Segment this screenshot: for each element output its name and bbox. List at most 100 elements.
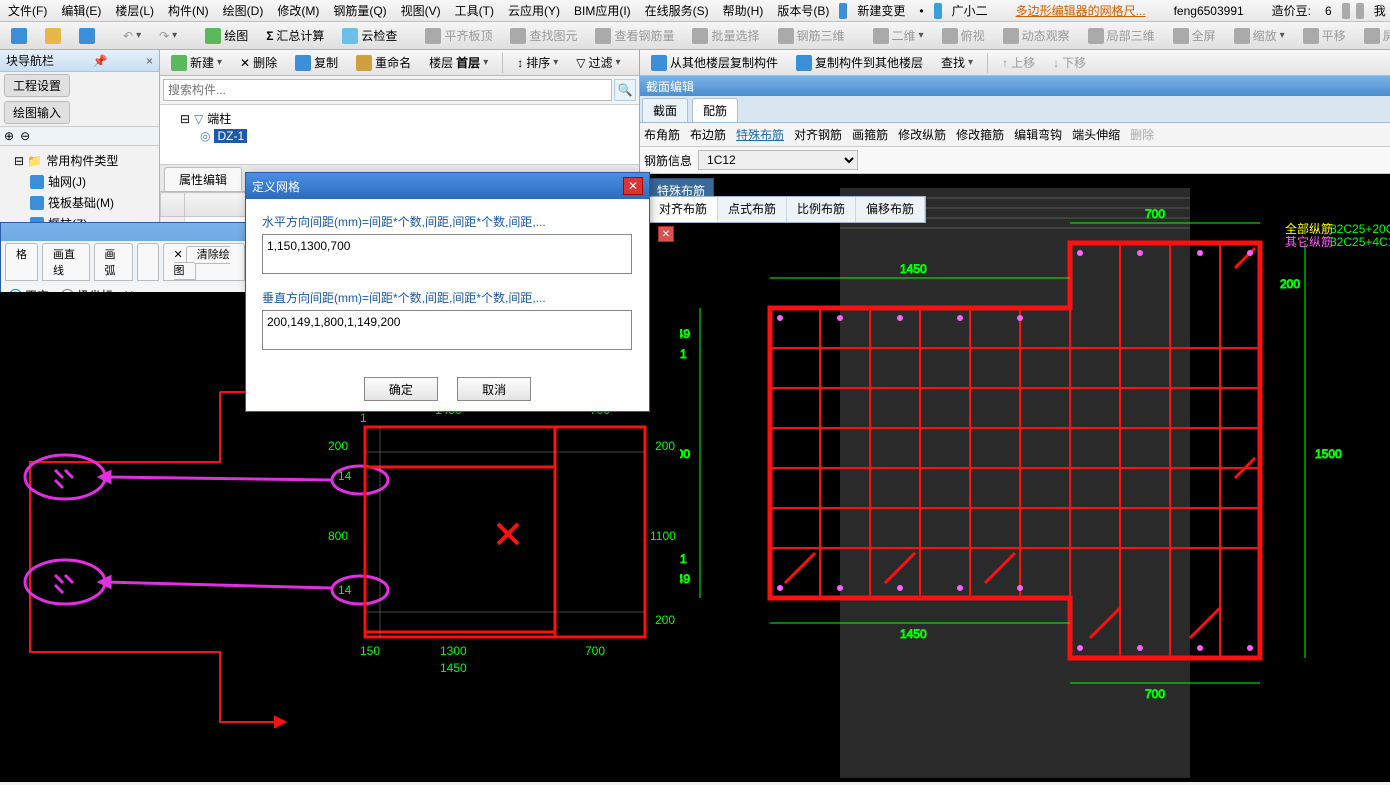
undo-button[interactable]: ↶▾ (116, 25, 148, 47)
menu-bim[interactable]: BIM应用(I) (570, 0, 635, 21)
find-button[interactable]: 查找▾ (934, 52, 980, 74)
username[interactable]: feng6503991 (1170, 2, 1248, 20)
save-button[interactable] (72, 25, 102, 47)
notice-link[interactable]: 多边形编辑器的网格尺... (1012, 0, 1150, 21)
act-hook[interactable]: 编辑弯钩 (1014, 126, 1062, 143)
opt-point[interactable]: 点式布筋 (718, 197, 787, 222)
new-member-button[interactable]: 新建▾ (164, 52, 229, 74)
pin-icon[interactable]: 📌 (93, 54, 108, 68)
findview-button[interactable]: 查找图元 (503, 25, 584, 47)
view2d-button[interactable]: 二维▾ (866, 25, 931, 47)
menu-member[interactable]: 构件(N) (164, 0, 213, 21)
act-mods[interactable]: 修改箍筋 (956, 126, 1004, 143)
act-edge[interactable]: 布边筋 (690, 126, 726, 143)
del-member-button[interactable]: ✕ 删除 (233, 52, 284, 74)
opt-ratio[interactable]: 比例布筋 (787, 197, 856, 222)
zoom-button[interactable]: 缩放▾ (1227, 25, 1292, 47)
redo-button[interactable]: ↷▾ (152, 25, 184, 47)
menu-file[interactable]: 文件(F) (4, 0, 51, 21)
local3d-button[interactable]: 局部三维 (1081, 25, 1162, 47)
tree-root[interactable]: ⊟ 📁 常用构件类型 (4, 150, 155, 171)
copy-member-button[interactable]: 复制 (288, 52, 345, 74)
viewrebar-button[interactable]: 查看钢筋量 (588, 25, 681, 47)
right-canvas[interactable]: 1450 700 200 1500 149 1 800 1 149 1450 7… (640, 174, 1390, 782)
copyto-button[interactable]: 复制构件到其他楼层 (789, 52, 930, 74)
opt-align[interactable]: 对齐布筋 (649, 197, 718, 222)
dynview-button[interactable]: 动态观察 (996, 25, 1077, 47)
refresh-icon[interactable] (1342, 3, 1350, 19)
sum-button[interactable]: Σ 汇总计算 (259, 25, 331, 47)
sidebar-tab-draw[interactable]: 绘图输入 (4, 101, 70, 124)
pan-button[interactable]: 平移 (1296, 25, 1353, 47)
svg-text:1450: 1450 (440, 661, 467, 675)
floor-select[interactable]: 楼层 首层 ▾ (422, 52, 495, 74)
tab-rebar[interactable]: 配筋 (692, 98, 738, 122)
member-node-dz1[interactable]: ◎ DZ-1 (166, 128, 633, 144)
msg-icon[interactable] (1356, 3, 1364, 19)
mini-tab-grid[interactable]: 格 (5, 243, 38, 281)
dialog-titlebar[interactable]: 定义网格 ✕ (246, 173, 649, 199)
cloud-button[interactable]: 云检查 (335, 25, 404, 47)
tree-raft[interactable]: 筏板基础(M) (4, 192, 155, 213)
rebar3d-button[interactable]: 钢筋三维 (771, 25, 852, 47)
new-doc-button[interactable] (4, 25, 34, 47)
moveup-button[interactable]: ↑ 上移 (995, 52, 1042, 74)
menu-draw[interactable]: 绘图(D) (219, 0, 268, 21)
open-button[interactable] (38, 25, 68, 47)
newchange-link[interactable]: 新建变更 (853, 0, 909, 21)
menu-cloud[interactable]: 云应用(Y) (504, 0, 564, 21)
menu-online[interactable]: 在线服务(S) (641, 0, 713, 21)
act-del[interactable]: 删除 (1130, 126, 1154, 143)
menu-help[interactable]: 帮助(H) (719, 0, 768, 21)
raft-icon (30, 196, 44, 210)
member-node-parent[interactable]: ⊟ ▽ 端柱 (166, 109, 633, 128)
menu-version[interactable]: 版本号(B) (773, 0, 833, 21)
sort-button[interactable]: ↕ 排序▾ (510, 52, 565, 74)
act-end[interactable]: 端头伸缩 (1072, 126, 1120, 143)
mini-tab-arc[interactable]: 画弧 (94, 243, 133, 281)
batchsel-button[interactable]: 批量选择 (685, 25, 766, 47)
flatten-button[interactable]: 平齐板顶 (418, 25, 499, 47)
user-icon-label[interactable]: 广小二 (948, 0, 992, 21)
movedown-button[interactable]: ↓ 下移 (1046, 52, 1093, 74)
menu-modify[interactable]: 修改(M) (273, 0, 323, 21)
filter-button[interactable]: ▽ 过滤▾ (569, 52, 627, 74)
cancel-button[interactable]: 取消 (457, 377, 531, 401)
dialog-close-icon[interactable]: ✕ (623, 177, 643, 195)
draw-button[interactable]: 绘图 (198, 25, 255, 47)
act-corner[interactable]: 布角筋 (644, 126, 680, 143)
mini-tab-line[interactable]: 画直线 (42, 243, 90, 281)
menu-edit[interactable]: 编辑(E) (57, 0, 105, 21)
prop-tab-edit[interactable]: 属性编辑 (164, 167, 242, 191)
act-special[interactable]: 特殊布筋 (736, 126, 784, 143)
collapse-icon[interactable]: ⊖ (20, 129, 30, 143)
tab-section[interactable]: 截面 (642, 98, 688, 122)
fullscreen-button[interactable]: 全屏 (1166, 25, 1223, 47)
menu-rebar[interactable]: 钢筋量(Q) (329, 0, 390, 21)
h-input[interactable] (262, 234, 632, 274)
me-label[interactable]: 我 (1370, 0, 1390, 21)
act-modv[interactable]: 修改纵筋 (898, 126, 946, 143)
sidebar-tab-settings[interactable]: 工程设置 (4, 74, 70, 97)
sidebar-tabs: 工程设置 (0, 72, 159, 99)
expand-icon[interactable]: ⊕ (4, 129, 14, 143)
act-align[interactable]: 对齐钢筋 (794, 126, 842, 143)
rebar-info-select[interactable]: 1C12 (698, 150, 858, 170)
search-button[interactable]: 🔍 (614, 79, 636, 101)
rename-button[interactable]: 重命名 (349, 52, 418, 74)
v-input[interactable] (262, 310, 632, 350)
act-stirrup[interactable]: 画箍筋 (852, 126, 888, 143)
tree-axis[interactable]: 轴网(J) (4, 171, 155, 192)
copyfrom-button[interactable]: 从其他楼层复制构件 (644, 52, 785, 74)
opt-offset[interactable]: 偏移布筋 (856, 197, 925, 222)
mini-clear[interactable]: ✕ 清除绘图 (163, 243, 246, 281)
menu-floor[interactable]: 楼层(L) (111, 0, 158, 21)
menu-tools[interactable]: 工具(T) (451, 0, 498, 21)
search-input[interactable] (163, 79, 612, 101)
bird-button[interactable]: 俯视 (935, 25, 992, 47)
ok-button[interactable]: 确定 (364, 377, 438, 401)
mini-close-icon[interactable]: ✕ (658, 226, 674, 242)
screenrot-button[interactable]: 屏幕旋转▾ (1357, 25, 1390, 47)
menu-view[interactable]: 视图(V) (397, 0, 445, 21)
sidebar-close-icon[interactable]: × (146, 54, 153, 68)
